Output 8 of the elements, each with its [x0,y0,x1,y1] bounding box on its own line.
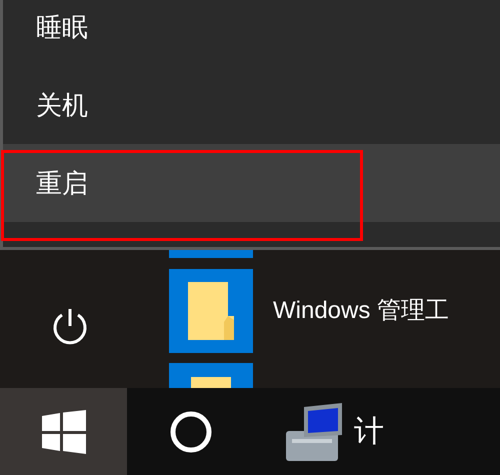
computer-toolbox-icon[interactable] [284,400,344,462]
menu-item[interactable]: 重启 [3,144,500,222]
search-circle-icon[interactable] [168,410,212,454]
app-label: Windows 管理工 [273,296,450,326]
start-button[interactable] [0,388,127,475]
folder-icon [188,282,234,340]
windows-logo-icon [42,410,86,454]
app-label: 计 [354,414,384,450]
